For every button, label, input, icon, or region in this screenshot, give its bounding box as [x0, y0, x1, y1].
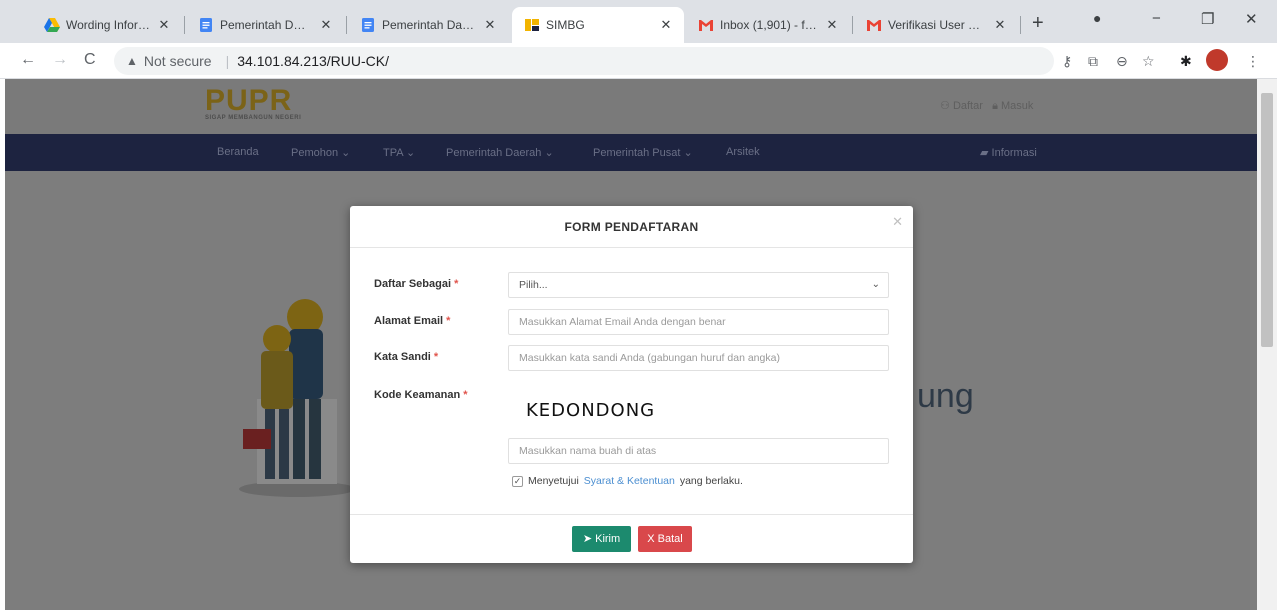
terms-agreement: ✓ Menyetujui Syarat & Ketentuan yang ber…	[512, 475, 743, 487]
close-icon[interactable]: ✕	[892, 214, 903, 230]
logo-text: PUPR	[205, 84, 293, 117]
page-scrollbar[interactable]	[1257, 79, 1277, 610]
lock-icon: 🔒︎	[992, 100, 998, 112]
tab-title: Pemerintah Daerah	[382, 18, 476, 32]
browser-toolbar: ← → C ▲ Not secure | 34.101.84.213/RUU-C…	[0, 43, 1277, 79]
tab-title: Pemerintah Daerah	[220, 18, 312, 32]
tab-title: Inbox (1,901) - faral	[720, 18, 818, 32]
bookmark-star-icon[interactable]: ☆	[1142, 53, 1155, 70]
menu-informasi[interactable]: ▰ Informasi	[980, 146, 1037, 159]
menu-tpa[interactable]: TPA ⌄	[383, 146, 415, 159]
scrollbar-thumb[interactable]	[1261, 93, 1273, 347]
browser-tabstrip: Wording Informasi ✕ Pemerintah Daerah ✕ …	[0, 0, 1277, 43]
daftar-sebagai-label: Daftar Sebagai *	[374, 278, 459, 290]
send-icon: ➤	[582, 533, 593, 545]
terms-checkbox[interactable]: ✓	[512, 475, 523, 487]
translate-icon[interactable]: ⧉	[1088, 53, 1098, 70]
tab-title: Verifikasi User Peng	[888, 18, 986, 32]
kata-sandi-label: Kata Sandi *	[374, 351, 439, 363]
avatar[interactable]	[1206, 49, 1228, 74]
gmail-icon	[867, 20, 881, 31]
menu-pemohon[interactable]: Pemohon ⌄	[291, 146, 350, 159]
tab-simbg[interactable]: SIMBG ✕	[512, 7, 684, 43]
close-icon[interactable]: ✕	[992, 17, 1008, 33]
gmail-icon	[699, 20, 713, 31]
window-close-icon[interactable]: ✕	[1245, 10, 1258, 28]
url-text: 34.101.84.213/RUU-CK/	[237, 53, 389, 69]
menu-pemerintah-pusat[interactable]: Pemerintah Pusat ⌄	[593, 146, 693, 159]
close-icon[interactable]: ✕	[658, 17, 674, 33]
back-icon[interactable]: ←	[20, 51, 36, 69]
book-icon: ▰	[980, 147, 989, 159]
auth-links: ⚇ Daftar 🔒︎ Masuk	[940, 99, 1033, 113]
batal-button[interactable]: X Batal	[638, 526, 692, 552]
captcha-word: KEDONDONG	[526, 400, 656, 421]
drive-icon	[44, 18, 60, 32]
forward-icon[interactable]: →	[52, 51, 68, 69]
site-logo[interactable]: PUPR SIGAP MEMBANGUN NEGERI	[205, 84, 302, 122]
workers-illustration	[239, 299, 355, 497]
site-navbar: Beranda Pemohon ⌄ TPA ⌄ Pemerintah Daera…	[5, 134, 1257, 171]
separator: |	[225, 53, 230, 69]
agree-prefix: Menyetujui	[528, 475, 579, 487]
registration-modal: FORM PENDAFTARAN ✕ Daftar Sebagai * Pili…	[350, 206, 913, 563]
menu-pemerintah-daerah[interactable]: Pemerintah Daerah ⌄	[446, 146, 554, 159]
menu-arsitek[interactable]: Arsitek	[726, 146, 760, 158]
tab-gmail-verifikasi[interactable]: Verifikasi User Peng ✕	[854, 7, 1018, 43]
menu-beranda[interactable]: Beranda	[217, 146, 259, 158]
modal-footer-divider	[350, 514, 913, 515]
close-icon[interactable]: ✕	[318, 17, 334, 33]
zoom-icon[interactable]: ⊖	[1116, 53, 1128, 70]
masuk-link[interactable]: Masuk	[1001, 100, 1033, 112]
modal-title: FORM PENDAFTARAN	[350, 206, 913, 248]
key-icon[interactable]: ⚷	[1062, 53, 1072, 70]
simbg-icon	[525, 19, 539, 31]
tab-pemerintah-daerah-2[interactable]: Pemerintah Daerah ✕	[348, 7, 508, 43]
password-field[interactable]: Masukkan kata sandi Anda (gabungan huruf…	[508, 345, 889, 371]
close-icon[interactable]: ✕	[482, 17, 498, 33]
restore-icon[interactable]: ❐	[1201, 10, 1214, 28]
new-tab-icon[interactable]: +	[1032, 12, 1044, 35]
daftar-link[interactable]: Daftar	[953, 100, 983, 112]
email-label: Alamat Email *	[374, 315, 451, 327]
warning-icon: ▲	[126, 54, 138, 68]
tab-title: SIMBG	[546, 18, 585, 32]
daftar-sebagai-select[interactable]: Pilih... ⌄	[508, 272, 889, 298]
extensions-icon[interactable]: ✱	[1180, 53, 1192, 70]
logo-tagline: SIGAP MEMBANGUN NEGERI	[205, 115, 302, 121]
email-field[interactable]: Masukkan Alamat Email Anda dengan benar	[508, 309, 889, 335]
tab-title: Wording Informasi	[66, 18, 150, 32]
profile-dot-icon[interactable]: ●	[1093, 10, 1101, 26]
close-icon[interactable]: ✕	[824, 17, 840, 33]
menu-kebab-icon[interactable]: ⋮	[1246, 53, 1260, 70]
captcha-input[interactable]: Masukkan nama buah di atas	[508, 438, 889, 464]
tab-wording-informasi[interactable]: Wording Informasi ✕	[32, 7, 182, 43]
hero-text-fragment: ung	[917, 377, 974, 415]
tab-pemerintah-daerah-1[interactable]: Pemerintah Daerah ✕	[186, 7, 344, 43]
kode-keamanan-label: Kode Keamanan *	[374, 389, 468, 401]
terms-link[interactable]: Syarat & Ketentuan	[584, 475, 675, 487]
minimize-icon[interactable]: −	[1152, 10, 1161, 27]
kirim-button[interactable]: ➤ Kirim	[572, 526, 631, 552]
user-icon: ⚇	[940, 100, 950, 112]
security-label: Not secure	[143, 53, 212, 69]
docs-icon	[200, 18, 212, 32]
chevron-down-icon: ⌄	[871, 279, 880, 290]
tab-gmail-inbox[interactable]: Inbox (1,901) - faral ✕	[686, 7, 850, 43]
docs-icon	[362, 18, 374, 32]
agree-suffix: yang berlaku.	[679, 475, 743, 487]
site-header: PUPR SIGAP MEMBANGUN NEGERI ⚇ Daftar 🔒︎ …	[5, 79, 1257, 134]
address-bar[interactable]: ▲ Not secure | 34.101.84.213/RUU-CK/	[114, 47, 1054, 75]
close-icon[interactable]: ✕	[156, 17, 172, 33]
reload-icon[interactable]: C	[84, 51, 96, 69]
